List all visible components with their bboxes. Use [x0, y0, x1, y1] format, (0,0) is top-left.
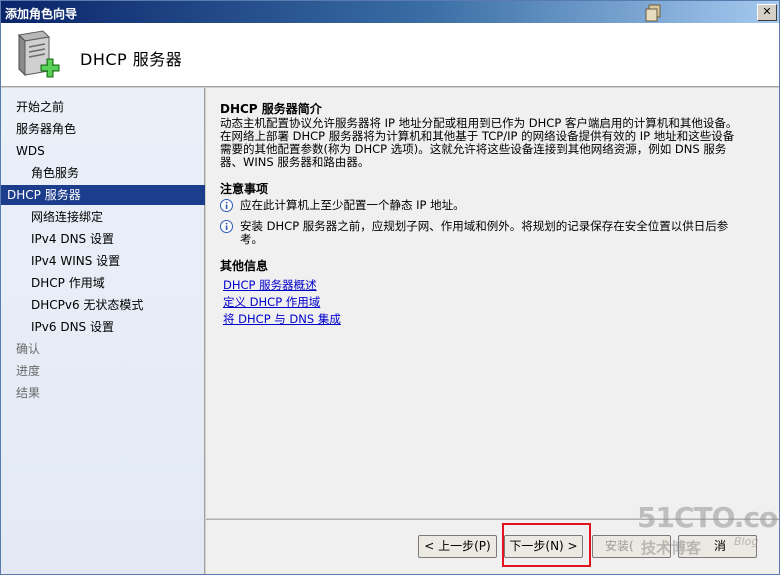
nav-step-ipv6-dns[interactable]: IPv6 DNS 设置 [1, 317, 205, 337]
page-title: DHCP 服务器 [80, 50, 183, 69]
nav-step-confirmation: 确认 [16, 342, 41, 356]
add-roles-wizard-window: 添加角色向导 ✕ DHCP 服务器 开始之前 服务器角色 WDS 角色服务 DH… [0, 0, 780, 575]
nav-step-dhcp-scopes[interactable]: DHCP 作用域 [1, 273, 205, 293]
wizard-steps-sidebar: 开始之前 服务器角色 WDS 角色服务 DHCP 服务器 网络连接绑定 IPv4… [1, 88, 205, 574]
note-plan-subnets-line-1: 安装 DHCP 服务器之前，应规划子网、作用域和例外。将规划的记录保存在安全位置… [240, 219, 729, 233]
nav-step-ipv4-dns[interactable]: IPv4 DNS 设置 [1, 229, 205, 249]
more-info-heading: 其他信息 [220, 259, 269, 273]
link-integrate-dhcp-dns[interactable]: 将 DHCP 与 DNS 集成 [223, 311, 341, 327]
info-icon [220, 199, 233, 212]
title-bar[interactable]: 添加角色向导 ✕ [1, 1, 779, 23]
intro-heading: DHCP 服务器简介 [220, 102, 322, 116]
note-plan-subnets-line-2: 考。 [240, 232, 263, 246]
previous-button[interactable]: < 上一步(P) [418, 535, 497, 558]
nav-step-ipv4-wins[interactable]: IPv4 WINS 设置 [1, 251, 205, 271]
notes-heading: 注意事项 [220, 182, 269, 196]
nav-step-network-binding[interactable]: 网络连接绑定 [1, 207, 205, 227]
link-dhcp-overview[interactable]: DHCP 服务器概述 [223, 277, 317, 293]
nav-step-results: 结果 [16, 386, 41, 400]
link-define-dhcp-scopes[interactable]: 定义 DHCP 作用域 [223, 294, 320, 310]
intro-line-4: 器、WINS 服务器和路由器。 [220, 155, 370, 169]
watermark-site: 51CTO.com [637, 501, 780, 534]
watermark-blog: Blog [734, 535, 759, 548]
nav-step-role-services[interactable]: 角色服务 [1, 163, 205, 183]
nav-step-wds[interactable]: WDS [1, 141, 205, 161]
note-static-ip-text: 应在此计算机上至少配置一个静态 IP 地址。 [240, 198, 465, 212]
nav-step-before-you-begin[interactable]: 开始之前 [1, 97, 205, 117]
nav-step-dhcpv6-stateless[interactable]: DHCPv6 无状态模式 [1, 295, 205, 315]
server-add-role-icon [17, 30, 60, 78]
info-icon [220, 220, 233, 233]
nav-step-progress: 进度 [16, 364, 41, 378]
next-button-highlight [502, 523, 591, 567]
wizard-pages-icon [645, 4, 661, 22]
window-title: 添加角色向导 [5, 7, 78, 21]
close-button[interactable]: ✕ [757, 4, 777, 21]
watermark-tech-blog: 技术博客 [641, 539, 702, 557]
wizard-content: DHCP 服务器简介 动态主机配置协议允许服务器将 IP 地址分配或租用到已作为… [206, 88, 779, 518]
nav-step-dhcp-server[interactable]: DHCP 服务器 [1, 185, 205, 205]
wizard-header: DHCP 服务器 [1, 23, 779, 87]
nav-step-server-roles[interactable]: 服务器角色 [1, 119, 205, 139]
